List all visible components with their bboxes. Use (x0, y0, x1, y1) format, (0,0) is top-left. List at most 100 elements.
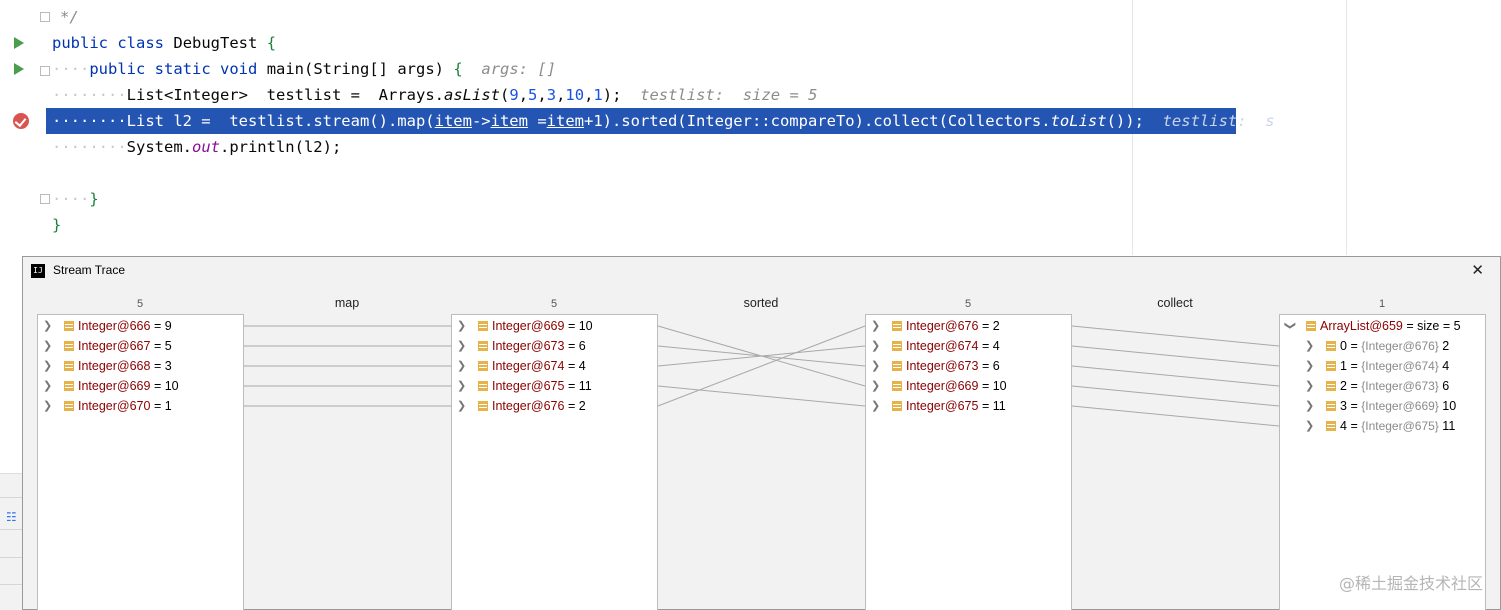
code-line-print[interactable]: ········System.out.println(l2); (52, 134, 341, 160)
map-values-list[interactable]: ❯ Integer@669 = 10 ❯ Integer@673 = 6 ❯ Inte… (451, 314, 658, 610)
side-toolbar: ☷ (0, 473, 22, 610)
variable-name: testlist (266, 86, 342, 104)
chevron-right-icon[interactable]: ❯ (457, 356, 467, 376)
code-line-close-method[interactable]: ····} (52, 186, 99, 212)
result-element-row[interactable]: ❯ 3 = {Integer@669} 10 (1280, 396, 1485, 416)
object-value: = 10 (567, 319, 593, 333)
object-value: = 4 (981, 339, 1000, 353)
chevron-right-icon[interactable]: ❯ (871, 396, 881, 416)
operation-sorted: sorted (743, 296, 779, 310)
lambda-param: item (546, 112, 584, 130)
chevron-right-icon[interactable]: ❯ (43, 336, 53, 356)
lambda-param: item (434, 112, 472, 130)
chevron-right-icon[interactable]: ❯ (43, 396, 53, 416)
value-row[interactable]: ❯ Integer@676 = 2 (866, 316, 1071, 336)
run-class-icon[interactable] (14, 37, 24, 49)
value-row[interactable]: ❯ Integer@668 = 3 (38, 356, 243, 376)
chevron-right-icon[interactable]: ❯ (43, 356, 53, 376)
code-line-comment-end[interactable]: */ (60, 4, 79, 30)
stream-trace-window: IJ Stream Trace ✕ 5 5 5 1 map sorted col… (22, 256, 1501, 610)
chevron-right-icon[interactable]: ❯ (871, 316, 881, 336)
result-root-row[interactable]: ❯ ArrayList@659 = size = 5 (1280, 316, 1485, 336)
close-icon[interactable]: ✕ (1471, 261, 1484, 279)
chevron-right-icon[interactable]: ❯ (457, 396, 467, 416)
sorted-values-list[interactable]: ❯ Integer@676 = 2 ❯ Integer@674 = 4 ❯ Integ… (865, 314, 1072, 610)
structure-icon[interactable]: ☷ (6, 510, 17, 524)
value-row[interactable]: ❯ Integer@674 = 4 (866, 336, 1071, 356)
value-row[interactable]: ❯ Integer@673 = 6 (866, 356, 1071, 376)
fold-method-icon[interactable] (40, 66, 50, 76)
chevron-right-icon[interactable]: ❯ (871, 376, 881, 396)
chevron-right-icon[interactable]: ❯ (871, 356, 881, 376)
chevron-right-icon[interactable]: ❯ (457, 376, 467, 396)
trace-link-line (1071, 345, 1280, 367)
code-line-breakpoint[interactable]: ········List l2 = testlist.stream().map(… (46, 108, 1275, 134)
value-row[interactable]: ❯ Integer@675 = 11 (452, 376, 657, 396)
object-ref: Integer@675 (906, 399, 979, 413)
value-row[interactable]: ❯ Integer@670 = 1 (38, 396, 243, 416)
value-row[interactable]: ❯ Integer@669 = 10 (866, 376, 1071, 396)
chevron-right-icon[interactable]: ❯ (1305, 336, 1315, 356)
operator: -> (471, 112, 491, 130)
chevron-right-icon[interactable]: ❯ (1305, 396, 1315, 416)
value-row[interactable]: ❯ Integer@674 = 4 (452, 356, 657, 376)
collect-result-tree[interactable]: ❯ ArrayList@659 = size = 5 ❯ 0 = {Integer@… (1279, 314, 1486, 610)
chevron-right-icon[interactable]: ❯ (457, 336, 467, 356)
paren: ); (602, 86, 622, 104)
field-icon (892, 321, 902, 331)
number-literal: 1 (593, 86, 603, 104)
result-element-row[interactable]: ❯ 1 = {Integer@674} 4 (1280, 356, 1485, 376)
source-values-list[interactable]: ❯ Integer@666 = 9 ❯ Integer@667 = 5 ❯ Integ… (37, 314, 244, 610)
keyword-public: public (89, 60, 146, 78)
method-name: asList (444, 86, 500, 104)
paren: ( (500, 86, 510, 104)
result-element-row[interactable]: ❯ 0 = {Integer@676} 2 (1280, 336, 1485, 356)
value-row[interactable]: ❯ Integer@673 = 6 (452, 336, 657, 356)
value-row[interactable]: ❯ Integer@666 = 9 (38, 316, 243, 336)
chevron-right-icon[interactable]: ❯ (1305, 416, 1315, 436)
trace-link-line (1071, 385, 1280, 407)
breakpoint-icon[interactable] (13, 113, 29, 129)
chevron-right-icon[interactable]: ❯ (871, 336, 881, 356)
code-line-class[interactable]: public class DebugTest { (52, 30, 276, 56)
chevron-right-icon[interactable]: ❯ (43, 376, 53, 396)
field-icon (1326, 381, 1336, 391)
run-main-icon[interactable] (14, 63, 24, 75)
chevron-right-icon[interactable]: ❯ (43, 316, 53, 336)
title-bar: IJ Stream Trace ✕ (23, 257, 1500, 285)
trace-link-line (657, 325, 866, 407)
result-element-row[interactable]: ❯ 2 = {Integer@673} 6 (1280, 376, 1485, 396)
value-row[interactable]: ❯ Integer@667 = 5 (38, 336, 243, 356)
stream-call: ()); (1106, 112, 1144, 130)
chevron-down-icon[interactable]: ❯ (1280, 321, 1300, 331)
field-icon (64, 321, 74, 331)
chevron-right-icon[interactable]: ❯ (1305, 356, 1315, 376)
code-editor[interactable]: */ public class DebugTest { ····public s… (0, 0, 1501, 255)
object-value: = 9 (153, 319, 172, 333)
value-row[interactable]: ❯ Integer@669 = 10 (452, 316, 657, 336)
value-row[interactable]: ❯ Integer@675 = 11 (866, 396, 1071, 416)
object-ref: {Integer@669} (1361, 399, 1439, 413)
chevron-right-icon[interactable]: ❯ (457, 316, 467, 336)
object-ref: Integer@669 (78, 379, 151, 393)
object-value: = 2 (567, 399, 586, 413)
code-line-main[interactable]: ····public static void main(String[] arg… (52, 56, 556, 82)
chevron-right-icon[interactable]: ❯ (1305, 376, 1315, 396)
fold-method-end-icon[interactable] (40, 194, 50, 204)
code-line-close-class[interactable]: } (52, 212, 61, 238)
stream-call: testlist.stream().map( (229, 112, 435, 130)
element-index: 4 (1340, 419, 1347, 433)
keyword-static: static (154, 60, 211, 78)
field-icon (478, 341, 488, 351)
watermark: @稀土掘金技术社区 (1338, 574, 1483, 593)
object-value: = 3 (153, 359, 172, 373)
code-line-list-decl[interactable]: ········List<Integer> testlist = Arrays.… (52, 82, 817, 108)
object-ref: Integer@670 (78, 399, 151, 413)
value-row[interactable]: ❯ Integer@676 = 2 (452, 396, 657, 416)
object-ref: Integer@674 (492, 359, 565, 373)
value-row[interactable]: ❯ Integer@669 = 10 (38, 376, 243, 396)
element-index: 2 (1340, 379, 1347, 393)
equals-sign: = (1350, 419, 1358, 433)
fold-comment-icon[interactable] (40, 12, 50, 22)
result-element-row[interactable]: ❯ 4 = {Integer@675} 11 (1280, 416, 1485, 436)
